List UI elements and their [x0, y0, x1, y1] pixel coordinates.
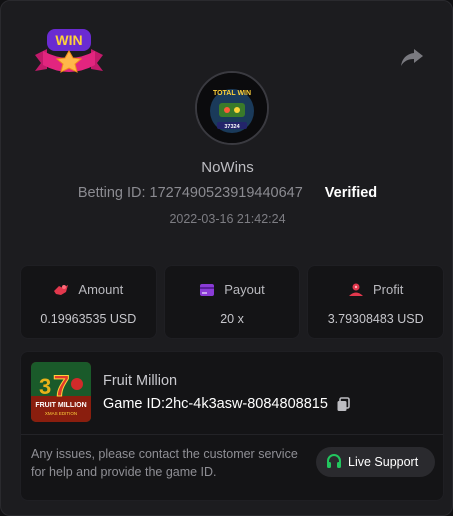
game-thumbnail[interactable]: 3 7 FRUIT MILLION XMAS EDITION [31, 362, 91, 422]
win-badge-icon: WIN [35, 29, 103, 73]
bet-timestamp: 2022-03-16 21:42:24 [169, 212, 286, 226]
payout-card-icon [200, 283, 215, 296]
game-id: Game ID:2hc-4k3asw-8084808815 [103, 396, 328, 412]
game-card: 3 7 FRUIT MILLION XMAS EDITION Fruit Mil… [20, 351, 444, 501]
stat-profit: Profit 3.79308483 USD [307, 265, 445, 339]
headset-icon [327, 454, 341, 468]
stat-amount-head: Amount [21, 282, 156, 297]
avatar: TOTAL WIN 37324 [195, 71, 269, 145]
profit-icon [349, 283, 363, 296]
betting-id-row: Betting ID: 1727490523919440647 Verified [1, 185, 453, 201]
avatar-text-top: TOTAL WIN [213, 90, 251, 97]
avatar-text-bottom: 37324 [224, 124, 240, 130]
stat-amount-value: 0.19963535 USD [40, 312, 137, 326]
stat-profit-head: Profit [308, 282, 443, 297]
support-message: Any issues, please contact the customer … [31, 447, 298, 479]
svg-text:3: 3 [39, 374, 51, 399]
verified-label: Verified [324, 185, 378, 201]
svg-text:7: 7 [53, 370, 70, 403]
game-name: Fruit Million [103, 373, 178, 389]
stat-payout-label: Payout [224, 282, 265, 297]
divider [21, 434, 443, 435]
live-support-label: Live Support [348, 455, 419, 469]
copy-icon[interactable] [336, 396, 351, 412]
stat-payout-head: Payout [165, 282, 300, 297]
betting-id: Betting ID: 1727490523919440647 [77, 185, 303, 201]
stat-payout: Payout 20 x [163, 265, 301, 339]
game-thumbnail-image: 3 7 FRUIT MILLION XMAS EDITION [31, 362, 91, 422]
bet-detail-panel: WIN TOTAL WIN 37324 NoWins Betting ID: 1… [0, 0, 453, 516]
amount-icon [54, 284, 69, 295]
stat-profit-value: 3.79308483 USD [327, 312, 424, 326]
stat-amount-label: Amount [78, 282, 124, 297]
win-badge-text: WIN [55, 32, 82, 48]
thumb-title: FRUIT MILLION [35, 402, 86, 409]
stat-profit-label: Profit [373, 282, 404, 297]
game-id-row: Game ID:2hc-4k3asw-8084808815 [103, 396, 351, 412]
share-icon[interactable] [399, 45, 425, 69]
avatar-image: TOTAL WIN 37324 [197, 73, 267, 143]
stat-payout-value: 20 x [220, 312, 244, 326]
username: NoWins [201, 159, 254, 176]
bet-stats: Amount 0.19963535 USD Payout 20 x Profit… [20, 265, 445, 339]
live-support-button[interactable]: Live Support [316, 447, 435, 477]
stat-amount: Amount 0.19963535 USD [20, 265, 157, 339]
thumb-subtitle: XMAS EDITION [45, 411, 77, 416]
